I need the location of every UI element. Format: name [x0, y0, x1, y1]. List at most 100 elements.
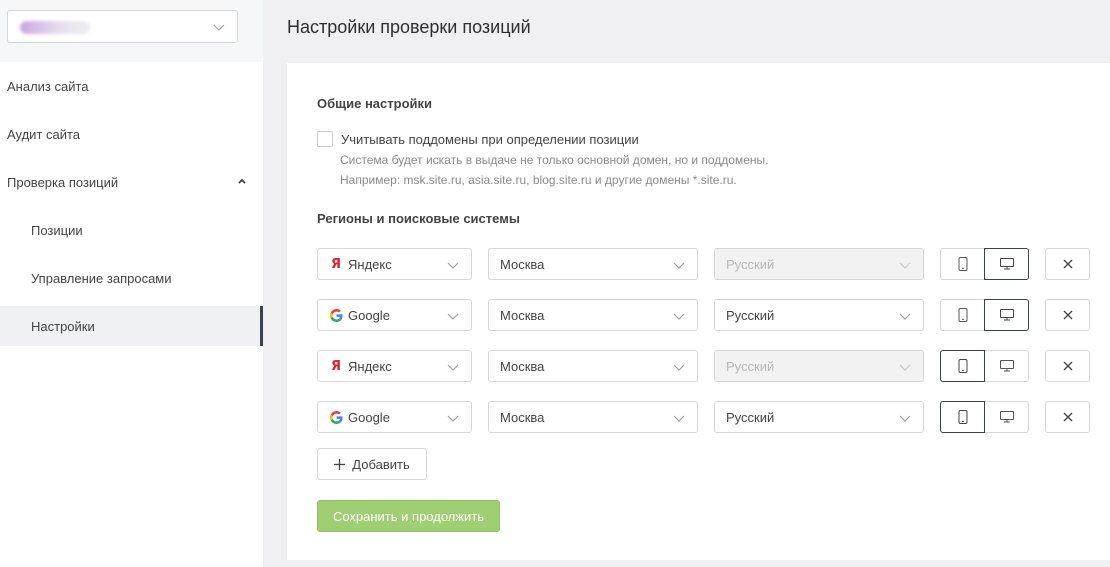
engine-value: Яндекс [348, 358, 392, 374]
sidebar-item-label: Позиции [31, 222, 83, 238]
desktop-icon [999, 258, 1014, 270]
sidebar-item-positions[interactable]: Позиции [0, 206, 263, 254]
sidebar-item-site-analysis[interactable]: Анализ сайта [0, 62, 263, 110]
mobile-device-button[interactable] [940, 350, 985, 382]
regions-title: Регионы и поисковые системы [317, 211, 520, 226]
language-select[interactable]: Русский [714, 299, 924, 331]
mobile-icon [958, 410, 967, 424]
mobile-icon [958, 308, 967, 322]
sidebar-item-query-management[interactable]: Управление запросами [0, 254, 263, 302]
remove-row-button[interactable] [1045, 248, 1090, 280]
close-icon [1063, 310, 1072, 320]
remove-row-button[interactable] [1045, 401, 1090, 433]
device-toggle [940, 299, 1029, 331]
mobile-device-button[interactable] [940, 401, 985, 433]
mobile-icon [958, 257, 967, 271]
device-toggle [940, 350, 1029, 382]
chevron-down-icon [447, 415, 459, 422]
remove-row-button[interactable] [1045, 299, 1090, 331]
region-value: Москва [500, 307, 545, 323]
subdomains-label: Учитывать поддомены при определении пози… [341, 131, 639, 147]
chevron-down-icon [447, 262, 459, 269]
device-toggle [940, 401, 1029, 433]
sidebar-item-label: Настройки [31, 318, 95, 334]
language-value: Русский [726, 409, 775, 425]
subdomains-hint-line1: Система будет искать в выдаче не только … [340, 153, 769, 167]
desktop-device-button[interactable] [984, 350, 1029, 382]
chevron-down-icon [899, 364, 911, 371]
sidebar: Анализ сайта Аудит сайта Проверка позици… [0, 0, 263, 567]
chevron-down-icon [447, 364, 459, 371]
plus-icon [334, 458, 346, 470]
region-value: Москва [500, 358, 545, 374]
language-select: Русский [714, 248, 924, 280]
engine-select[interactable]: Google [317, 299, 472, 331]
engine-value: Google [348, 307, 390, 323]
desktop-icon [999, 411, 1014, 423]
sidebar-item-position-check[interactable]: Проверка позиций [0, 158, 263, 206]
engine-value: Яндекс [348, 256, 392, 272]
yandex-icon: Я [330, 358, 341, 374]
engine-select[interactable]: Я Яндекс [317, 248, 472, 280]
settings-card: Общие настройки Учитывать поддомены при … [287, 63, 1110, 560]
region-row: Google Москва Русский [317, 299, 1090, 331]
language-value: Русский [726, 358, 775, 374]
engine-select[interactable]: Я Яндекс [317, 350, 472, 382]
subdomains-checkbox[interactable] [317, 131, 333, 147]
add-region-button[interactable]: Добавить [317, 448, 427, 480]
region-value: Москва [500, 256, 545, 272]
desktop-device-button[interactable] [984, 401, 1029, 433]
google-icon [329, 308, 343, 322]
region-select[interactable]: Москва [488, 248, 698, 280]
general-settings-title: Общие настройки [317, 96, 432, 111]
engine-value: Google [348, 409, 390, 425]
chevron-down-icon [673, 262, 685, 269]
chevron-down-icon [899, 262, 911, 269]
add-region-label: Добавить [352, 456, 410, 472]
remove-row-button[interactable] [1045, 350, 1090, 382]
sidebar-item-site-audit[interactable]: Аудит сайта [0, 110, 263, 158]
subdomains-option[interactable]: Учитывать поддомены при определении пози… [317, 131, 639, 147]
page-title: Настройки проверки позиций [287, 17, 531, 37]
chevron-down-icon [673, 313, 685, 320]
language-value: Русский [726, 307, 775, 323]
desktop-icon [999, 309, 1014, 321]
chevron-down-icon [899, 415, 911, 422]
desktop-device-button[interactable] [984, 299, 1029, 331]
desktop-icon [999, 360, 1014, 372]
mobile-device-button[interactable] [940, 248, 985, 280]
sidebar-header [0, 0, 263, 62]
region-select[interactable]: Москва [488, 299, 698, 331]
language-select: Русский [714, 350, 924, 382]
region-select[interactable]: Москва [488, 350, 698, 382]
engine-select[interactable]: Google [317, 401, 472, 433]
chevron-down-icon [213, 24, 225, 31]
chevron-down-icon [673, 415, 685, 422]
device-toggle [940, 248, 1029, 280]
yandex-icon: Я [330, 256, 341, 272]
chevron-down-icon [447, 313, 459, 320]
language-value: Русский [726, 256, 775, 272]
chevron-down-icon [673, 364, 685, 371]
region-row: Я Яндекс Москва Русский [317, 350, 1090, 382]
region-row: Google Москва Русский [317, 401, 1090, 433]
save-and-continue-button[interactable]: Сохранить и продолжить [317, 500, 500, 532]
google-icon [329, 410, 343, 424]
sidebar-item-settings[interactable]: Настройки [0, 306, 263, 346]
region-select[interactable]: Москва [488, 401, 698, 433]
sidebar-item-label: Проверка позиций [7, 174, 119, 190]
mobile-device-button[interactable] [940, 299, 985, 331]
project-select[interactable] [7, 10, 238, 43]
subdomains-hint-line2: Например: msk.site.ru, asia.site.ru, blo… [340, 173, 737, 187]
mobile-icon [958, 359, 967, 373]
desktop-device-button[interactable] [984, 248, 1029, 280]
close-icon [1063, 361, 1072, 371]
close-icon [1063, 259, 1072, 269]
language-select[interactable]: Русский [714, 401, 924, 433]
close-icon [1063, 412, 1072, 422]
chevron-up-icon [238, 178, 246, 184]
chevron-down-icon [899, 313, 911, 320]
region-value: Москва [500, 409, 545, 425]
sidebar-item-label: Аудит сайта [7, 126, 81, 142]
region-row: Я Яндекс Москва Русский [317, 248, 1090, 280]
